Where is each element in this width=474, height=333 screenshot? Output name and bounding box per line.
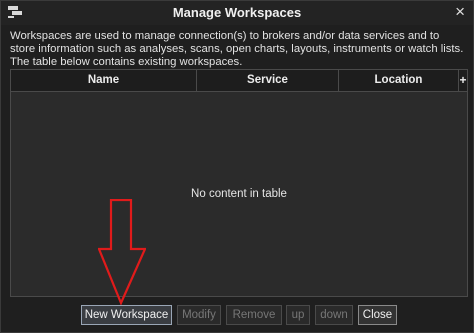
title-bar: Manage Workspaces ×	[1, 1, 473, 25]
description-text: Workspaces are used to manage connection…	[10, 30, 464, 68]
close-button[interactable]: Close	[358, 305, 397, 325]
move-down-button[interactable]: down	[315, 305, 353, 325]
new-workspace-button[interactable]: New Workspace	[81, 305, 172, 325]
remove-button[interactable]: Remove	[226, 305, 282, 325]
manage-workspaces-dialog: Manage Workspaces × Workspaces are used …	[0, 0, 474, 333]
table-header: Name Service Location +	[11, 70, 467, 92]
column-header-service[interactable]: Service	[197, 70, 339, 91]
red-down-arrow-icon	[98, 199, 146, 305]
modify-button[interactable]: Modify	[177, 305, 221, 325]
workspaces-table: Name Service Location + No content in ta…	[10, 69, 468, 297]
column-header-name[interactable]: Name	[11, 70, 197, 91]
close-icon[interactable]: ×	[455, 3, 465, 21]
move-up-button[interactable]: up	[286, 305, 310, 325]
dialog-title: Manage Workspaces	[172, 5, 302, 20]
column-header-location[interactable]: Location	[339, 70, 459, 91]
empty-table-message: No content in table	[191, 188, 287, 200]
button-row: New Workspace Modify Remove up down Clos…	[1, 305, 474, 325]
add-column-icon[interactable]: +	[459, 70, 467, 91]
